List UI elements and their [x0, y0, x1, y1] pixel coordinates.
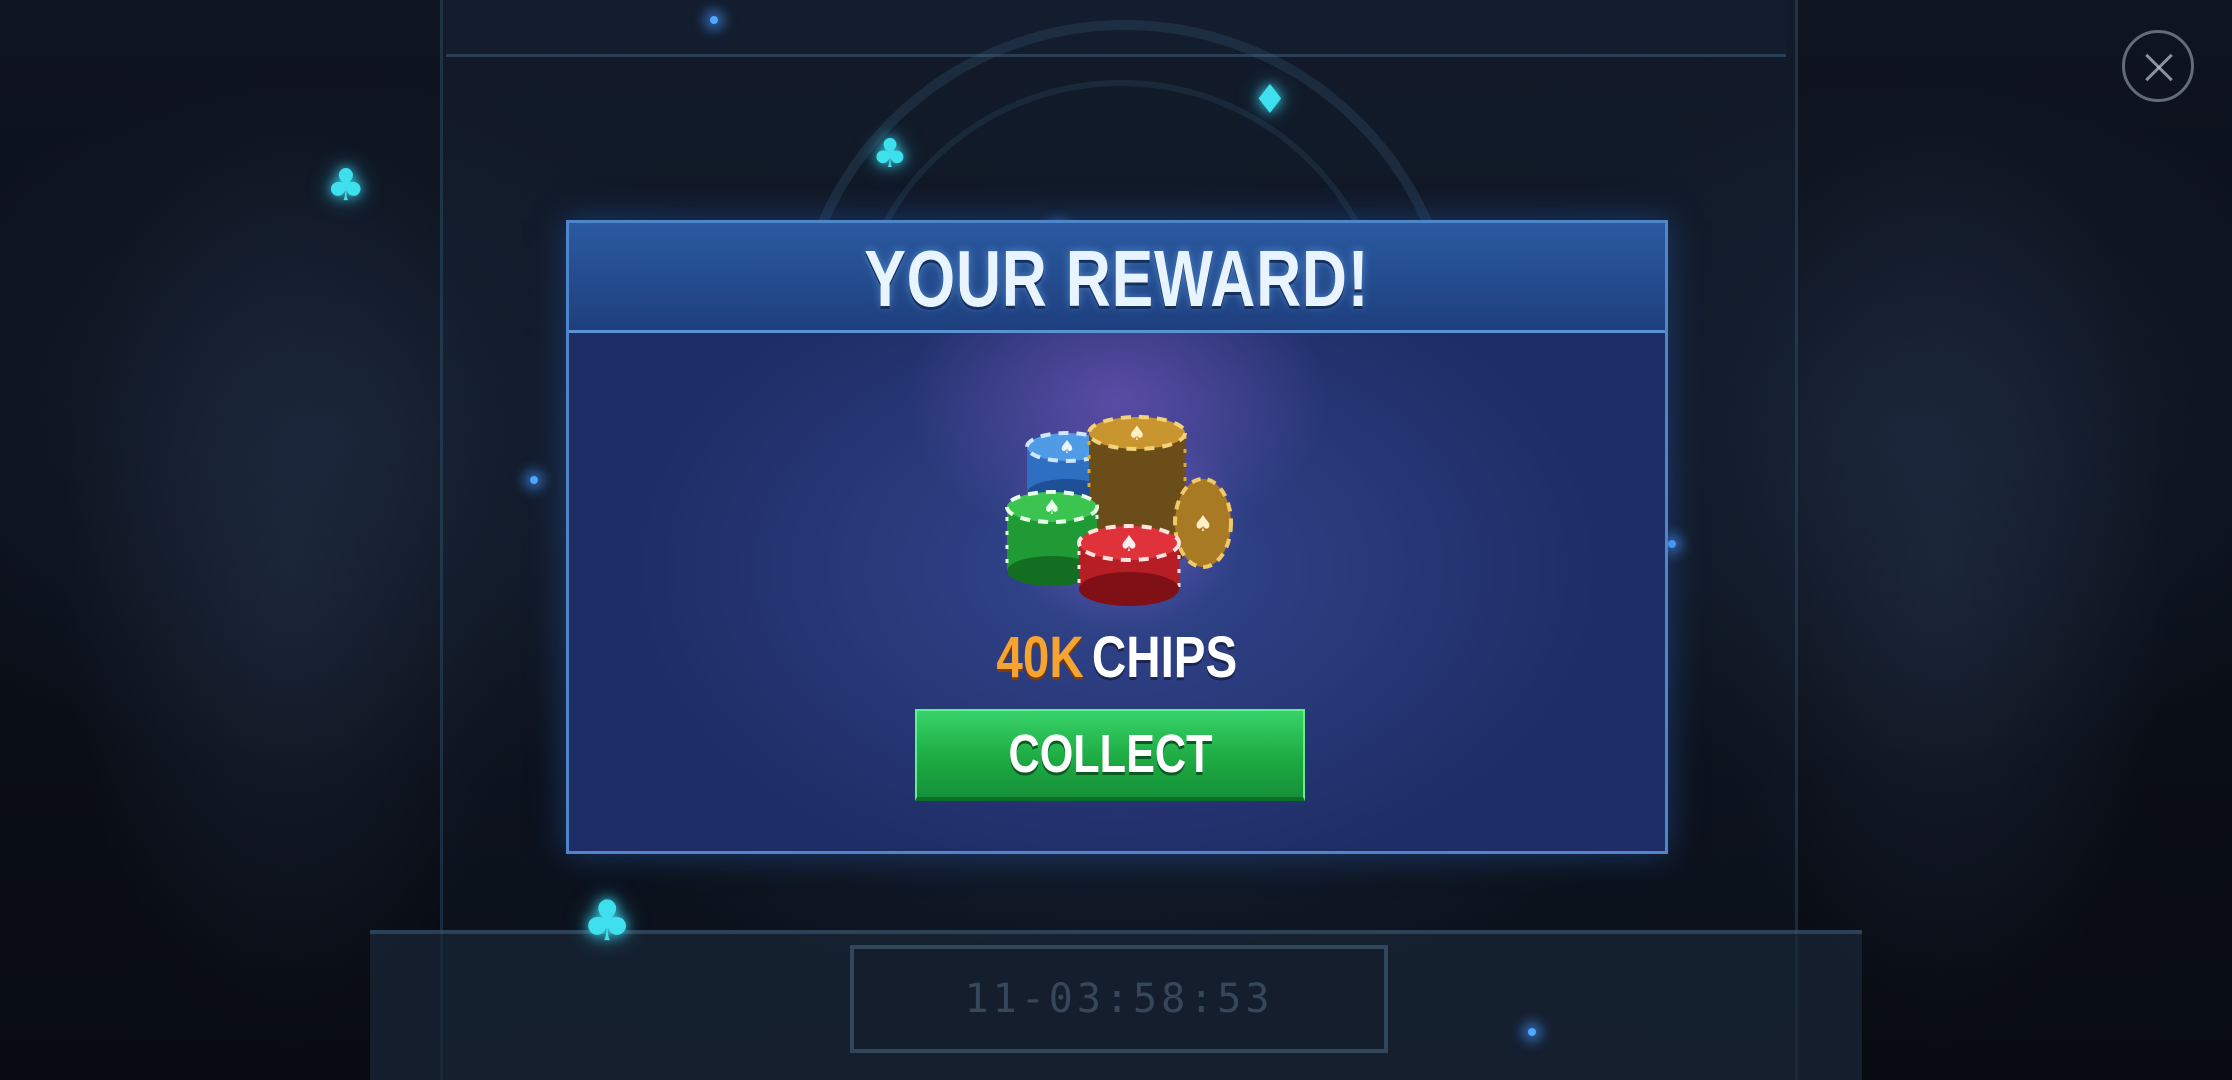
- club-icon: ♣: [326, 160, 366, 211]
- club-icon: ♣: [582, 889, 633, 954]
- diamond-icon: ♦: [1252, 77, 1288, 123]
- reward-modal: YOUR REWARD! ♠ ♠ ♠ ♠ ♠ 40K CHIPS COLLECT: [566, 220, 1668, 854]
- close-button[interactable]: [2122, 30, 2194, 102]
- collect-button-label: COLLECT: [1007, 724, 1212, 784]
- background-timer-plate: 11-03:58:53: [850, 945, 1388, 1053]
- svg-text:♠: ♠: [1043, 495, 1061, 519]
- game-screen: 11-03:58:53 ♣ ♣ ♦ ♠ ♥ ♣ YOUR REWARD!: [0, 0, 2232, 1080]
- reward-amount: 40K CHIPS: [569, 623, 1665, 693]
- modal-header: YOUR REWARD!: [569, 223, 1665, 333]
- sparkle: [710, 16, 718, 24]
- sparkle: [530, 476, 538, 484]
- club-icon: ♣: [872, 131, 908, 177]
- collect-button[interactable]: COLLECT: [915, 709, 1305, 801]
- reward-amount-unit: CHIPS: [1092, 625, 1238, 690]
- chip-pile-icon: ♠ ♠ ♠ ♠ ♠: [997, 403, 1247, 633]
- sparkle: [1528, 1028, 1536, 1036]
- svg-text:♠: ♠: [1193, 512, 1213, 537]
- modal-title: YOUR REWARD!: [864, 234, 1370, 323]
- chip-pile-graphic: ♠ ♠ ♠ ♠ ♠: [997, 413, 1247, 633]
- svg-text:♠: ♠: [1119, 532, 1139, 557]
- sparkle: [1668, 540, 1676, 548]
- svg-text:♠: ♠: [1059, 437, 1075, 458]
- reward-amount-value: 40K: [996, 625, 1084, 690]
- svg-text:♠: ♠: [1128, 421, 1146, 445]
